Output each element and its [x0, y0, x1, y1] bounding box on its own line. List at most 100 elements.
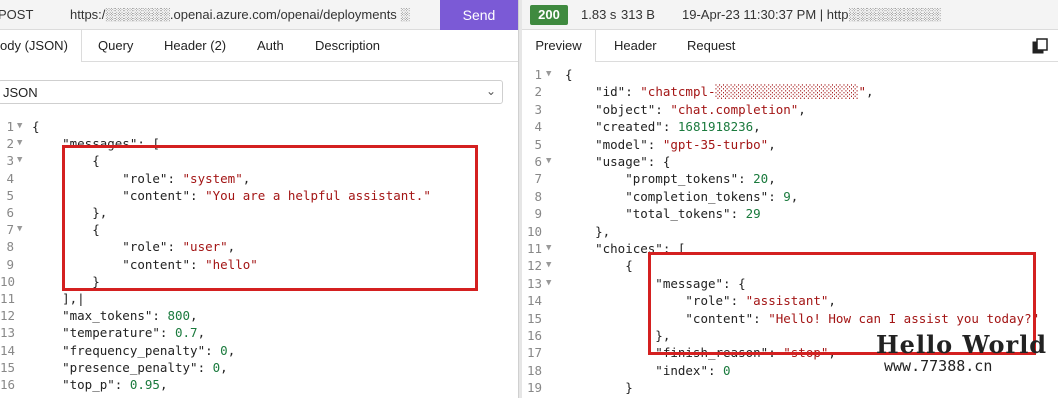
- fold-toggle-icon[interactable]: ▼: [17, 152, 22, 169]
- response-status-bar: 200 1.83 s 313 B 19-Apr-23 11:30:37 PM |…: [522, 0, 1058, 30]
- line-number: 3: [6, 153, 14, 169]
- line-number: 8: [534, 188, 542, 204]
- tab-auth[interactable]: Auth: [257, 30, 284, 62]
- line-number: 9: [6, 256, 14, 272]
- fold-toggle-icon[interactable]: ▼: [17, 135, 22, 152]
- code-line: 10 },: [522, 223, 1058, 240]
- plain-token: ,: [197, 325, 206, 341]
- line-number: 16: [526, 328, 542, 343]
- string-token: "chat.completion": [670, 101, 799, 117]
- fold-toggle-icon[interactable]: ▼: [546, 275, 551, 292]
- line-number: 3: [534, 101, 542, 117]
- plain-token: "temperature":: [32, 325, 175, 341]
- line-number: 13: [526, 275, 542, 291]
- plain-token: {: [565, 67, 573, 82]
- line-number: 5: [6, 187, 14, 203]
- code-line: 2 "id": "chatcmpl-░░░░░░░░░░░░░░░░░░░",: [522, 83, 1058, 100]
- line-number: 16: [0, 377, 16, 392]
- plain-token: "max_tokens":: [32, 308, 168, 324]
- code-text: "created": 1681918236,: [565, 118, 761, 135]
- fold-toggle-icon[interactable]: ▼: [17, 118, 22, 135]
- line-number: 5: [534, 136, 542, 152]
- code-line: 3 "object": "chat.completion",: [522, 101, 1058, 118]
- tab-description[interactable]: Description: [315, 30, 380, 62]
- code-line: 11 ],|: [0, 290, 518, 307]
- line-number: 4: [6, 170, 14, 186]
- url-input[interactable]: https:/░░░░░░░.openai.azure.com/openai/d…: [70, 7, 430, 22]
- code-text: "top_p": 0.95,: [32, 376, 167, 393]
- plain-token: "total_tokens":: [565, 206, 746, 222]
- plain-token: ,: [768, 136, 776, 152]
- number-token: 9: [783, 188, 791, 204]
- plain-token: {: [32, 119, 40, 134]
- line-number: 18: [526, 362, 542, 378]
- body-format-select[interactable]: JSON ⌄: [0, 80, 503, 104]
- fold-toggle-icon[interactable]: ▼: [546, 257, 551, 274]
- line-number: 11: [0, 291, 16, 306]
- line-number: 7: [534, 171, 542, 187]
- body-format-value: JSON: [3, 85, 38, 100]
- code-text: "temperature": 0.7,: [32, 324, 205, 341]
- code-text: "usage": {: [565, 153, 670, 170]
- code-line: 7 "prompt_tokens": 20,: [522, 170, 1058, 187]
- fold-toggle-icon[interactable]: ▼: [546, 153, 551, 170]
- code-text: "object": "chat.completion",: [565, 101, 806, 118]
- plain-token: ,: [227, 342, 236, 358]
- tab-preview[interactable]: Preview: [522, 30, 596, 62]
- line-number: 14: [526, 293, 542, 309]
- fold-toggle-icon[interactable]: ▼: [17, 221, 22, 238]
- code-line: 15 "presence_penalty": 0,: [0, 359, 518, 376]
- line-number: 6: [6, 205, 14, 220]
- plain-token: {: [565, 258, 633, 274]
- code-text: ],|: [32, 290, 85, 307]
- plain-token: "usage": {: [565, 154, 671, 169]
- tab-request[interactable]: Request: [687, 30, 735, 62]
- line-number: 4: [534, 119, 542, 135]
- plain-token: ,: [790, 188, 799, 204]
- line-number: 8: [6, 239, 14, 255]
- plain-token: ,: [866, 84, 874, 100]
- plain-token: "created":: [565, 119, 678, 135]
- fold-toggle-icon[interactable]: ▼: [546, 66, 551, 83]
- code-line: 9 "total_tokens": 29: [522, 205, 1058, 222]
- plain-token: "object":: [565, 101, 671, 117]
- code-text: "completion_tokens": 9,: [565, 188, 798, 205]
- code-text: "model": "gpt-35-turbo",: [565, 136, 776, 153]
- code-text: {: [32, 118, 40, 135]
- code-text: {: [565, 257, 633, 274]
- line-number: 2: [6, 136, 14, 152]
- code-line: 19 }: [522, 379, 1058, 396]
- send-button[interactable]: Send: [440, 0, 518, 30]
- plain-token: ,: [159, 377, 168, 392]
- code-text: "index": 0: [565, 362, 730, 379]
- response-timestamp-url: 19-Apr-23 11:30:37 PM | http░░░░░░░░░░: [682, 7, 941, 22]
- plain-token: "completion_tokens":: [565, 188, 784, 204]
- number-token: 1681918236: [677, 119, 754, 135]
- number-token: 0: [220, 342, 228, 358]
- code-line: 12 "max_tokens": 800,: [0, 307, 518, 324]
- code-line: 6 ▼ "usage": {: [522, 153, 1058, 170]
- tab-header[interactable]: Header (2): [164, 30, 226, 62]
- watermark-url: www.77388.cn: [884, 357, 993, 375]
- highlight-box-request-messages: [62, 145, 478, 291]
- code-text: },: [565, 223, 610, 240]
- fold-toggle-icon[interactable]: ▼: [546, 240, 551, 257]
- plain-token: ,: [768, 171, 776, 187]
- http-method-select[interactable]: POST: [0, 7, 33, 22]
- response-time: 1.83 s: [581, 7, 617, 22]
- plain-token: "presence_penalty":: [32, 359, 213, 375]
- tab-body-json[interactable]: ody (JSON): [0, 30, 82, 62]
- copy-icon[interactable]: [1032, 38, 1048, 54]
- line-number: 14: [0, 342, 16, 358]
- chevron-down-icon: ⌄: [485, 84, 496, 98]
- line-number: 9: [534, 206, 542, 222]
- code-line: 4 "created": 1681918236,: [522, 118, 1058, 135]
- number-token: 0.7: [175, 325, 198, 341]
- tab-response-header[interactable]: Header: [614, 30, 657, 62]
- line-number: 15: [526, 310, 542, 326]
- code-line: 13 "temperature": 0.7,: [0, 324, 518, 341]
- number-token: 0.95: [129, 377, 160, 392]
- tab-query[interactable]: Query: [98, 30, 133, 62]
- plain-token: ,: [190, 308, 198, 324]
- plain-token: "frequency_penalty":: [32, 342, 221, 358]
